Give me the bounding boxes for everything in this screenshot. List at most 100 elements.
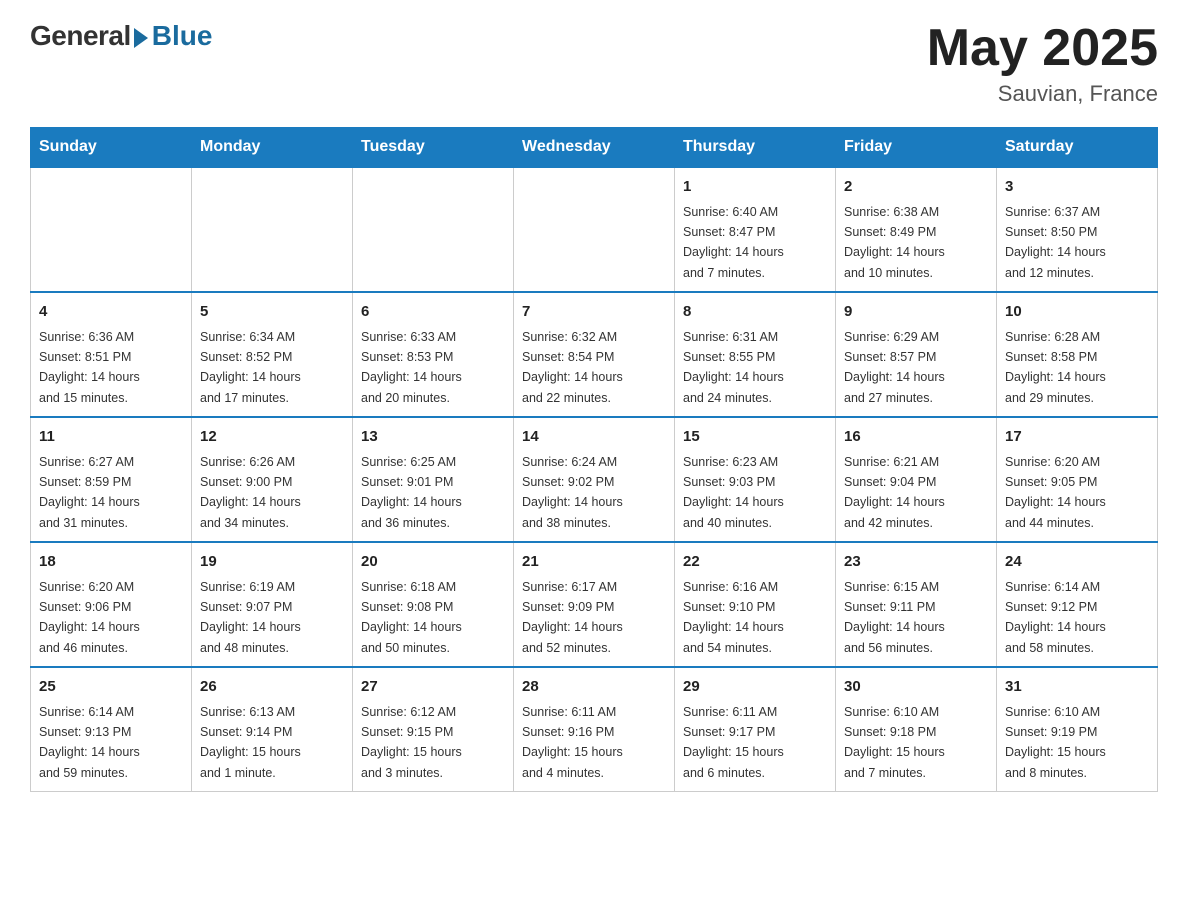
calendar-day-cell (514, 167, 675, 292)
day-number: 9 (844, 301, 988, 324)
day-info: Sunrise: 6:36 AM Sunset: 8:51 PM Dayligh… (39, 330, 140, 405)
day-number: 20 (361, 551, 505, 574)
day-info: Sunrise: 6:15 AM Sunset: 9:11 PM Dayligh… (844, 580, 945, 655)
calendar-day-cell: 24 Sunrise: 6:14 AM Sunset: 9:12 PM Dayli… (997, 542, 1158, 667)
calendar-week-row: 11 Sunrise: 6:27 AM Sunset: 8:59 PM Dayli… (31, 417, 1158, 542)
calendar-day-cell: 7Sunrise: 6:32 AM Sunset: 8:54 PM Daylig… (514, 292, 675, 417)
day-number: 24 (1005, 551, 1149, 574)
calendar-day-cell: 11 Sunrise: 6:27 AM Sunset: 8:59 PM Dayli… (31, 417, 192, 542)
calendar-day-header: Thursday (675, 128, 836, 168)
day-info: Sunrise: 6:38 AM Sunset: 8:49 PM Dayligh… (844, 205, 945, 280)
calendar-day-cell: 13 Sunrise: 6:25 AM Sunset: 9:01 PM Dayli… (353, 417, 514, 542)
calendar-day-cell (31, 167, 192, 292)
calendar-day-cell: 8 Sunrise: 6:31 AM Sunset: 8:55 PM Daylig… (675, 292, 836, 417)
day-number: 7 (522, 301, 666, 324)
day-info: Sunrise: 6:20 AM Sunset: 9:05 PM Dayligh… (1005, 455, 1106, 530)
day-info: Sunrise: 6:23 AM Sunset: 9:03 PM Dayligh… (683, 455, 784, 530)
logo: General Blue (30, 20, 212, 52)
day-info: Sunrise: 6:26 AM Sunset: 9:00 PM Dayligh… (200, 455, 301, 530)
calendar-day-cell: 25 Sunrise: 6:14 AM Sunset: 9:13 PM Dayli… (31, 667, 192, 792)
day-info: Sunrise: 6:14 AM Sunset: 9:12 PM Dayligh… (1005, 580, 1106, 655)
calendar-day-cell: 23 Sunrise: 6:15 AM Sunset: 9:11 PM Dayli… (836, 542, 997, 667)
day-number: 8 (683, 301, 827, 324)
day-number: 17 (1005, 426, 1149, 449)
day-info: Sunrise: 6:25 AM Sunset: 9:01 PM Dayligh… (361, 455, 462, 530)
day-number: 25 (39, 676, 183, 699)
day-number: 16 (844, 426, 988, 449)
day-number: 23 (844, 551, 988, 574)
day-number: 21 (522, 551, 666, 574)
day-number: 28 (522, 676, 666, 699)
calendar-day-cell: 20 Sunrise: 6:18 AM Sunset: 9:08 PM Dayli… (353, 542, 514, 667)
calendar-day-cell (353, 167, 514, 292)
location-subtitle: Sauvian, France (927, 81, 1158, 107)
calendar-day-cell: 31 Sunrise: 6:10 AM Sunset: 9:19 PM Dayli… (997, 667, 1158, 792)
logo-blue-text: Blue (152, 20, 213, 52)
day-number: 1 (683, 176, 827, 199)
day-number: 11 (39, 426, 183, 449)
day-number: 6 (361, 301, 505, 324)
day-number: 27 (361, 676, 505, 699)
day-number: 4 (39, 301, 183, 324)
day-info: Sunrise: 6:40 AM Sunset: 8:47 PM Dayligh… (683, 205, 784, 280)
calendar-day-cell: 3 Sunrise: 6:37 AM Sunset: 8:50 PM Daylig… (997, 167, 1158, 292)
calendar-day-cell: 14Sunrise: 6:24 AM Sunset: 9:02 PM Dayli… (514, 417, 675, 542)
calendar-day-cell: 29 Sunrise: 6:11 AM Sunset: 9:17 PM Dayli… (675, 667, 836, 792)
day-number: 31 (1005, 676, 1149, 699)
calendar-day-cell: 12Sunrise: 6:26 AM Sunset: 9:00 PM Dayli… (192, 417, 353, 542)
day-number: 15 (683, 426, 827, 449)
calendar-day-cell: 19 Sunrise: 6:19 AM Sunset: 9:07 PM Dayli… (192, 542, 353, 667)
day-number: 29 (683, 676, 827, 699)
day-info: Sunrise: 6:13 AM Sunset: 9:14 PM Dayligh… (200, 705, 301, 780)
day-info: Sunrise: 6:18 AM Sunset: 9:08 PM Dayligh… (361, 580, 462, 655)
day-number: 30 (844, 676, 988, 699)
day-info: Sunrise: 6:10 AM Sunset: 9:18 PM Dayligh… (844, 705, 945, 780)
calendar-day-header: Saturday (997, 128, 1158, 168)
calendar-week-row: 25 Sunrise: 6:14 AM Sunset: 9:13 PM Dayli… (31, 667, 1158, 792)
day-info: Sunrise: 6:17 AM Sunset: 9:09 PM Dayligh… (522, 580, 623, 655)
day-number: 13 (361, 426, 505, 449)
calendar-day-cell: 26Sunrise: 6:13 AM Sunset: 9:14 PM Dayli… (192, 667, 353, 792)
day-number: 2 (844, 176, 988, 199)
calendar-day-cell: 5Sunrise: 6:34 AM Sunset: 8:52 PM Daylig… (192, 292, 353, 417)
calendar-day-cell: 28 Sunrise: 6:11 AM Sunset: 9:16 PM Dayli… (514, 667, 675, 792)
calendar-day-header: Sunday (31, 128, 192, 168)
calendar-day-cell: 21 Sunrise: 6:17 AM Sunset: 9:09 PM Dayli… (514, 542, 675, 667)
calendar-table: SundayMondayTuesdayWednesdayThursdayFrid… (30, 127, 1158, 792)
day-number: 14 (522, 426, 666, 449)
day-number: 18 (39, 551, 183, 574)
day-number: 5 (200, 301, 344, 324)
calendar-day-cell: 9 Sunrise: 6:29 AM Sunset: 8:57 PM Daylig… (836, 292, 997, 417)
day-info: Sunrise: 6:14 AM Sunset: 9:13 PM Dayligh… (39, 705, 140, 780)
day-info: Sunrise: 6:21 AM Sunset: 9:04 PM Dayligh… (844, 455, 945, 530)
day-info: Sunrise: 6:33 AM Sunset: 8:53 PM Dayligh… (361, 330, 462, 405)
day-number: 3 (1005, 176, 1149, 199)
calendar-day-header: Monday (192, 128, 353, 168)
day-info: Sunrise: 6:11 AM Sunset: 9:17 PM Dayligh… (683, 705, 784, 780)
calendar-day-cell: 16 Sunrise: 6:21 AM Sunset: 9:04 PM Dayli… (836, 417, 997, 542)
title-area: May 2025 Sauvian, France (927, 20, 1158, 107)
day-info: Sunrise: 6:10 AM Sunset: 9:19 PM Dayligh… (1005, 705, 1106, 780)
calendar-day-cell: 10Sunrise: 6:28 AM Sunset: 8:58 PM Dayli… (997, 292, 1158, 417)
day-info: Sunrise: 6:27 AM Sunset: 8:59 PM Dayligh… (39, 455, 140, 530)
day-info: Sunrise: 6:11 AM Sunset: 9:16 PM Dayligh… (522, 705, 623, 780)
calendar-week-row: 1 Sunrise: 6:40 AM Sunset: 8:47 PM Daylig… (31, 167, 1158, 292)
calendar-day-header: Wednesday (514, 128, 675, 168)
month-year-title: May 2025 (927, 20, 1158, 77)
day-info: Sunrise: 6:19 AM Sunset: 9:07 PM Dayligh… (200, 580, 301, 655)
day-info: Sunrise: 6:31 AM Sunset: 8:55 PM Dayligh… (683, 330, 784, 405)
day-info: Sunrise: 6:28 AM Sunset: 8:58 PM Dayligh… (1005, 330, 1106, 405)
day-number: 19 (200, 551, 344, 574)
logo-general-text: General (30, 20, 131, 52)
calendar-day-cell: 22Sunrise: 6:16 AM Sunset: 9:10 PM Dayli… (675, 542, 836, 667)
calendar-day-cell: 2 Sunrise: 6:38 AM Sunset: 8:49 PM Daylig… (836, 167, 997, 292)
day-info: Sunrise: 6:37 AM Sunset: 8:50 PM Dayligh… (1005, 205, 1106, 280)
calendar-header-row: SundayMondayTuesdayWednesdayThursdayFrid… (31, 128, 1158, 168)
calendar-day-cell: 27Sunrise: 6:12 AM Sunset: 9:15 PM Dayli… (353, 667, 514, 792)
calendar-week-row: 18Sunrise: 6:20 AM Sunset: 9:06 PM Dayli… (31, 542, 1158, 667)
calendar-day-cell: 6 Sunrise: 6:33 AM Sunset: 8:53 PM Daylig… (353, 292, 514, 417)
logo-arrow-icon (134, 28, 148, 48)
calendar-day-header: Tuesday (353, 128, 514, 168)
day-info: Sunrise: 6:29 AM Sunset: 8:57 PM Dayligh… (844, 330, 945, 405)
calendar-day-header: Friday (836, 128, 997, 168)
